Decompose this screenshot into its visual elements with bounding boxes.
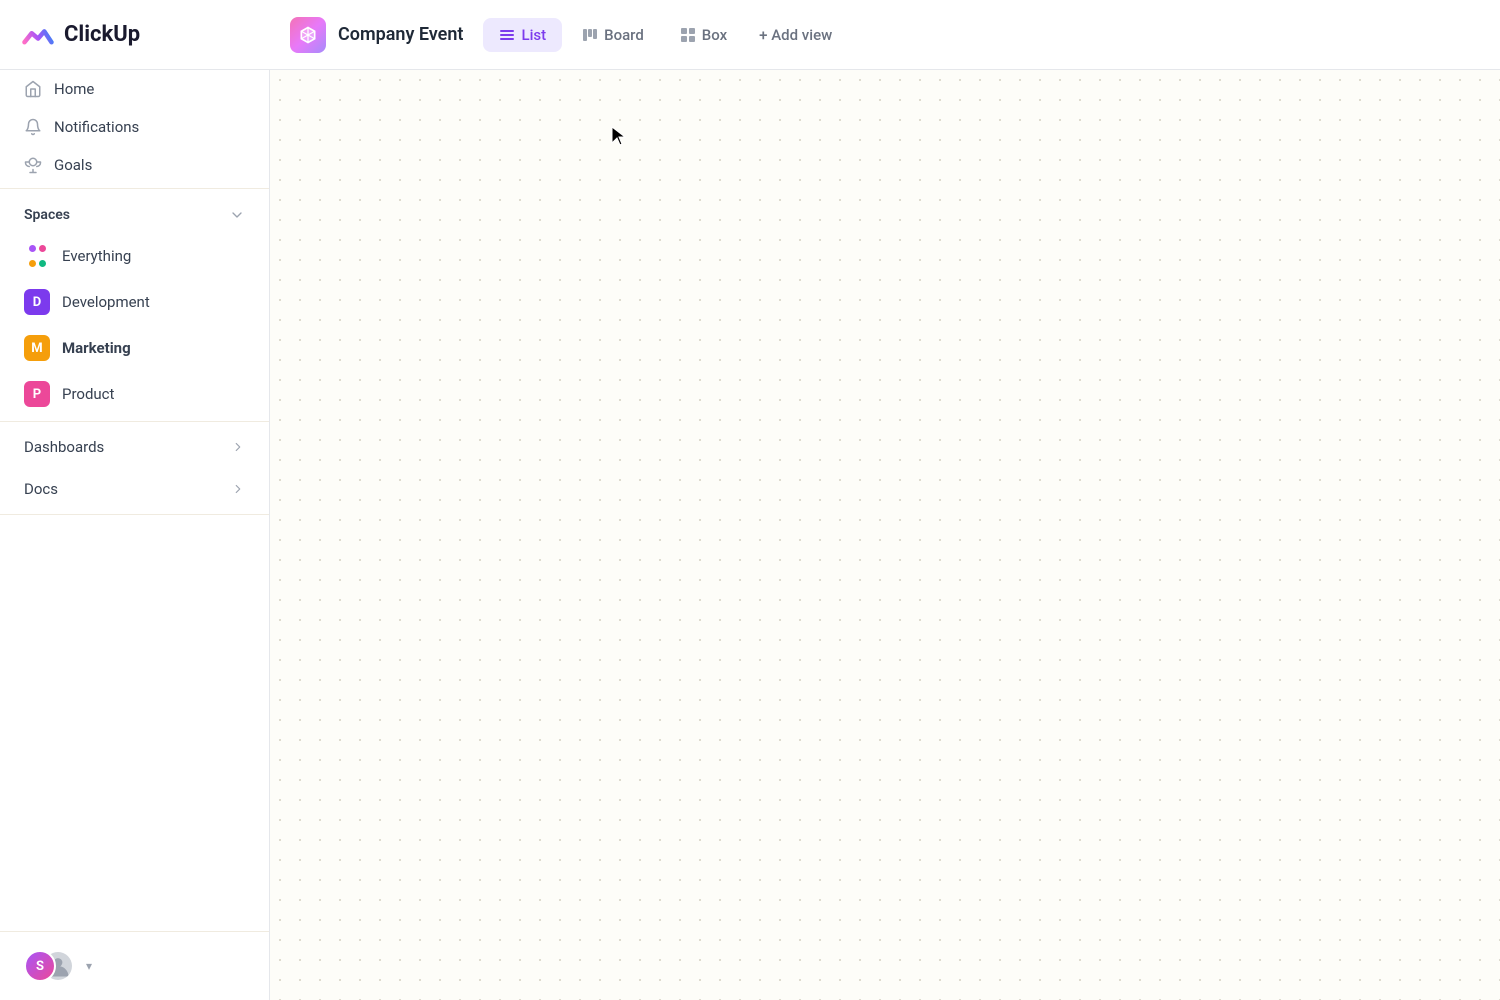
bell-icon xyxy=(24,118,42,136)
product-label: Product xyxy=(62,385,114,403)
header-nav: Company Event List Board xyxy=(290,17,1480,53)
clickup-logo-icon xyxy=(20,17,56,53)
dashboards-label: Dashboards xyxy=(24,438,104,456)
product-avatar: P xyxy=(24,381,50,407)
logo-area: ClickUp xyxy=(20,17,290,53)
divider-3 xyxy=(0,514,269,515)
body-layout: Home Notifications Goals Spaces xyxy=(0,70,1500,1000)
user-area[interactable]: S ▾ xyxy=(0,931,269,1000)
sidebar-item-everything[interactable]: Everything xyxy=(0,233,269,279)
marketing-label: Marketing xyxy=(62,339,131,357)
logo-text: ClickUp xyxy=(64,22,140,47)
project-title: Company Event xyxy=(338,24,463,45)
avatar-stack: S xyxy=(24,948,76,984)
development-avatar: D xyxy=(24,289,50,315)
tab-list-label: List xyxy=(521,26,546,44)
chevron-right-icon xyxy=(231,440,245,454)
tab-list[interactable]: List xyxy=(483,18,562,52)
header: ClickUp Company Event List Board xyxy=(0,0,1500,70)
everything-label: Everything xyxy=(62,247,131,265)
tab-board-label: Board xyxy=(604,26,644,44)
spaces-label: Spaces xyxy=(24,207,70,223)
tab-box[interactable]: Box xyxy=(664,18,743,52)
add-view-label: + Add view xyxy=(759,26,832,44)
sidebar-item-docs[interactable]: Docs xyxy=(0,468,269,510)
home-icon xyxy=(24,80,42,98)
trophy-icon xyxy=(24,156,42,174)
goals-label: Goals xyxy=(54,156,92,174)
user-avatar-primary: S xyxy=(24,950,56,982)
divider-2 xyxy=(0,421,269,422)
development-label: Development xyxy=(62,293,150,311)
sidebar-item-home[interactable]: Home xyxy=(0,70,269,108)
sidebar-item-dashboards[interactable]: Dashboards xyxy=(0,426,269,468)
spaces-header[interactable]: Spaces xyxy=(0,193,269,233)
sidebar-item-goals[interactable]: Goals xyxy=(0,146,269,184)
sidebar-item-marketing[interactable]: M Marketing xyxy=(0,325,269,371)
tab-board[interactable]: Board xyxy=(566,18,660,52)
sidebar-item-development[interactable]: D Development xyxy=(0,279,269,325)
marketing-avatar: M xyxy=(24,335,50,361)
user-chevron-icon: ▾ xyxy=(86,959,92,973)
cursor xyxy=(610,125,630,153)
everything-dots-icon xyxy=(24,243,50,269)
tab-box-label: Box xyxy=(702,26,727,44)
divider-1 xyxy=(0,188,269,189)
sidebar-item-product[interactable]: P Product xyxy=(0,371,269,417)
notifications-label: Notifications xyxy=(54,118,139,136)
project-icon xyxy=(290,17,326,53)
add-view-button[interactable]: + Add view xyxy=(747,18,844,52)
chevron-down-icon xyxy=(229,207,245,223)
home-label: Home xyxy=(54,80,94,98)
chevron-right-icon-2 xyxy=(231,482,245,496)
sidebar: Home Notifications Goals Spaces xyxy=(0,70,270,1000)
main-content xyxy=(270,70,1500,1000)
docs-label: Docs xyxy=(24,480,58,498)
sidebar-item-notifications[interactable]: Notifications xyxy=(0,108,269,146)
